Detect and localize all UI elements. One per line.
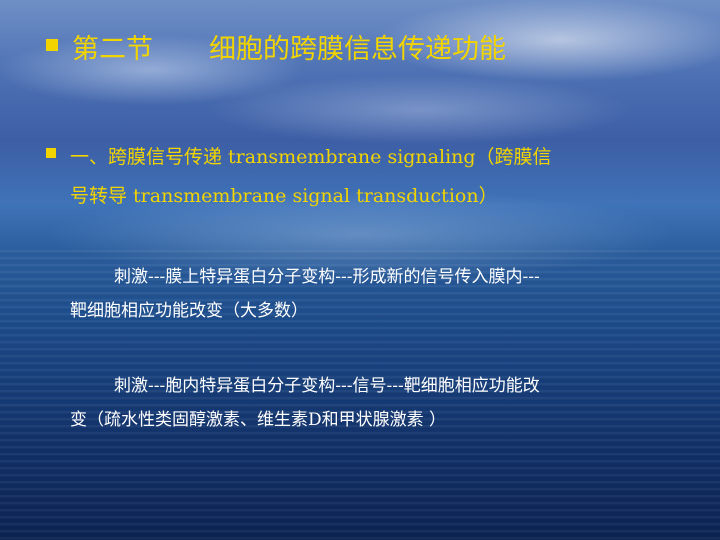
paragraph-line: 刺激---膜上特异蛋白分子变构---形成新的信号传入膜内--- (114, 267, 540, 287)
paragraph-membrane-pathway: 刺激---膜上特异蛋白分子变构---形成新的信号传入膜内--- 靶细胞相应功能改… (70, 260, 690, 328)
paragraph-line: 变（疏水性类固醇激素、维生素D和甲状腺激素 ） (70, 410, 447, 430)
paragraph-intracellular-pathway: 刺激---胞内特异蛋白分子变构---信号---靶细胞相应功能改 变（疏水性类固醇… (70, 369, 690, 437)
paragraph-line: 靶细胞相应功能改变（大多数） (70, 301, 308, 321)
slide-title: 第二节 细胞的跨膜信息传递功能 (46, 27, 506, 66)
main-point: 一、跨膜信号传递 transmembrane signaling（跨膜信 号转导… (46, 138, 696, 216)
main-point-line-2: 号转导 transmembrane signal transduction） (70, 185, 498, 207)
paragraph-line: 刺激---胞内特异蛋白分子变构---信号---靶细胞相应功能改 (114, 376, 540, 396)
main-point-line-1: 一、跨膜信号传递 transmembrane signaling（跨膜信 (70, 146, 552, 168)
title-topic: 细胞的跨膜信息传递功能 (209, 34, 506, 65)
point-bullet-icon (46, 148, 56, 158)
title-bullet-icon (46, 39, 58, 51)
title-section-number: 第二节 (72, 34, 153, 65)
